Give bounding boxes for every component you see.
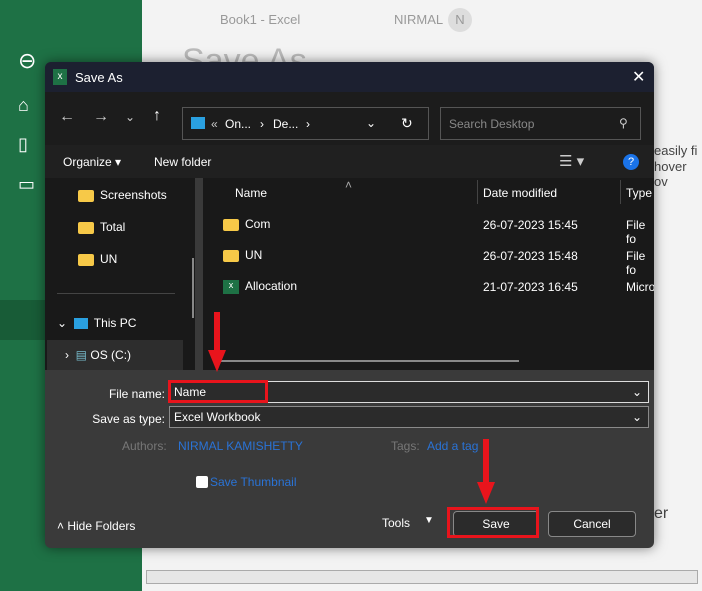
home-icon[interactable]: ⌂ [18, 95, 29, 116]
dialog-title: Save As [75, 70, 123, 85]
annotation-arrow [483, 439, 489, 484]
up-icon[interactable]: ↑ [153, 107, 161, 125]
thumbnail-checkbox[interactable] [196, 476, 208, 488]
view-options-icon[interactable]: ☰ ▾ [559, 152, 584, 170]
sort-icon: ˄ [345, 178, 353, 192]
file-row[interactable]: UN 26-07-2023 15:48 File fo [223, 248, 653, 277]
refresh-icon[interactable]: ↻ [401, 115, 413, 132]
search-input[interactable]: Search Desktop ⚲ [440, 107, 641, 140]
folder-icon [223, 218, 239, 231]
user-name: NIRMAL [394, 12, 444, 27]
address-bar[interactable]: « On... › De... › ⌄ ↻ [182, 107, 429, 140]
folder-icon [78, 253, 94, 266]
tools-button[interactable]: Tools [382, 516, 410, 530]
annotation-box [447, 507, 539, 538]
new-icon[interactable]: ▯ [18, 134, 28, 155]
file-row[interactable]: Com 26-07-2023 15:45 File fo [223, 217, 653, 246]
horizontal-scrollbar[interactable] [146, 570, 698, 584]
save-type-label: Save as type: [92, 412, 165, 426]
annotation-box [168, 380, 268, 403]
title-bar: x Save As ✕ [45, 62, 654, 92]
annotation-arrow-head [477, 482, 495, 504]
breadcrumb-item[interactable]: On... [225, 117, 251, 131]
computer-icon [73, 318, 88, 330]
side-text: er [654, 505, 669, 522]
excel-icon: x [53, 69, 67, 85]
new-folder-button[interactable]: New folder [154, 155, 211, 169]
cancel-button[interactable]: Cancel [548, 511, 636, 537]
annotation-arrow [214, 312, 220, 352]
tags-label: Tags: [391, 439, 420, 453]
toolbar: Organize ▾ New folder ☰ ▾ ? [45, 145, 654, 178]
chevron-down-icon: ⌄ [631, 385, 642, 399]
search-icon: ⚲ [619, 116, 628, 130]
location-icon [191, 117, 205, 129]
avatar: N [448, 8, 472, 32]
tags-input[interactable]: Add a tag [427, 439, 478, 453]
tools-dropdown-icon: ▼ [424, 515, 434, 526]
help-icon[interactable]: ? [623, 154, 639, 170]
drive-icon: ▤ [75, 348, 88, 362]
save-thumbnail-label[interactable]: Save Thumbnail [210, 475, 297, 489]
folder-icon [78, 189, 94, 202]
navigation-pane: Screenshots Total UN ⌄ This PC › ▤ OS (C… [45, 178, 195, 370]
divider [57, 293, 175, 294]
horizontal-scrollbar[interactable] [213, 360, 519, 362]
navigation-bar: ← → ⌄ ↑ « On... › De... › ⌄ ↻ Search Des… [45, 92, 654, 145]
chevron-down-icon: ⌄ [631, 410, 642, 424]
save-as-dialog: x Save As ✕ ← → ⌄ ↑ « On... › De... › ⌄ … [45, 62, 654, 548]
back-icon[interactable]: ← [59, 108, 75, 126]
hide-folders-button[interactable]: ˄ Hide Folders [57, 519, 135, 533]
back-icon[interactable]: ⊖ [18, 48, 36, 74]
breadcrumb-item[interactable]: De... [273, 117, 298, 131]
file-row[interactable]: x Allocation 21-07-2023 16:45 Micro [223, 279, 654, 294]
side-text: easily fi [654, 143, 698, 158]
nav-item-this-pc[interactable]: ⌄ This PC [57, 316, 136, 330]
column-type[interactable]: Type [626, 186, 652, 200]
file-list: ˄ Name Date modified Type Com 26-07-2023 … [203, 178, 654, 370]
annotation-arrow-head [208, 350, 226, 372]
forward-icon[interactable]: → [93, 108, 109, 126]
folder-icon [78, 221, 94, 234]
window-title: Book1 - Excel [220, 12, 301, 27]
open-icon[interactable]: ▭ [18, 174, 35, 195]
folder-icon [223, 249, 239, 262]
nav-item-os-c[interactable]: › ▤ OS (C:) [47, 340, 183, 370]
authors-value[interactable]: NIRMAL KAMISHETTY [178, 439, 303, 453]
column-name[interactable]: Name [235, 186, 267, 200]
organize-button[interactable]: Organize ▾ [63, 155, 121, 169]
dropdown-chevron-icon[interactable]: ⌄ [366, 116, 376, 130]
nav-item-un[interactable]: UN [78, 252, 117, 266]
search-placeholder: Search Desktop [449, 117, 535, 131]
nav-item-screenshots[interactable]: Screenshots [78, 188, 167, 202]
side-text: hover ov [654, 159, 687, 189]
excel-file-icon: x [223, 279, 239, 294]
pane-scrollbar[interactable] [192, 258, 194, 318]
nav-item-total[interactable]: Total [78, 220, 125, 234]
authors-label: Authors: [122, 439, 167, 453]
recent-chevron-icon[interactable]: ⌄ [125, 110, 135, 124]
close-icon[interactable]: ✕ [632, 67, 645, 87]
save-type-select[interactable]: Excel Workbook ⌄ [169, 406, 649, 428]
file-name-label: File name: [108, 387, 165, 401]
column-date[interactable]: Date modified [483, 186, 557, 200]
